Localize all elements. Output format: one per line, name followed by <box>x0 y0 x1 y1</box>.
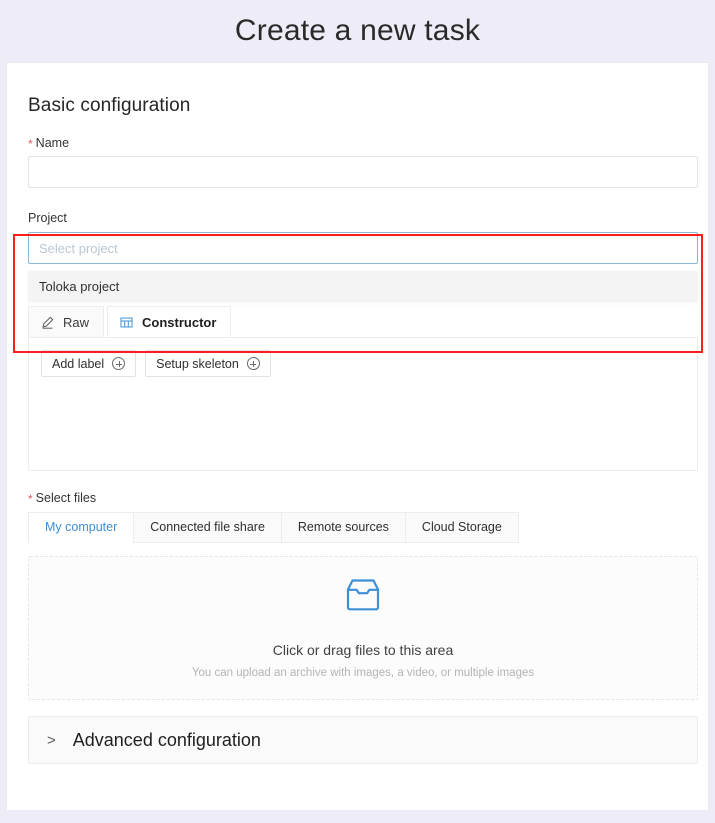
name-label: *Name <box>28 136 687 150</box>
tab-raw[interactable]: Raw <box>28 306 104 337</box>
tab-my-computer[interactable]: My computer <box>28 512 133 543</box>
project-dropdown-option-toloka[interactable]: Toloka project <box>28 271 698 302</box>
page-header: Create a new task <box>0 0 715 62</box>
tab-constructor[interactable]: Constructor <box>107 306 231 337</box>
select-files-label: *Select files <box>28 491 687 505</box>
tab-remote-sources[interactable]: Remote sources <box>281 512 405 543</box>
name-input[interactable] <box>28 156 698 188</box>
inbox-icon <box>343 578 383 617</box>
dropzone-title: Click or drag files to this area <box>273 642 454 658</box>
dropzone-hint: You can upload an archive with images, a… <box>192 667 534 679</box>
add-label-button-label: Add label <box>52 357 104 371</box>
project-dropdown-list: Toloka project <box>28 271 698 302</box>
tab-cloud-storage[interactable]: Cloud Storage <box>405 512 519 543</box>
setup-skeleton-button[interactable]: Setup skeleton <box>145 350 271 377</box>
file-dropzone[interactable]: Click or drag files to this area You can… <box>28 556 698 700</box>
tab-connected-file-share[interactable]: Connected file share <box>133 512 281 543</box>
project-select-input[interactable] <box>28 232 698 264</box>
required-asterisk: * <box>28 492 33 506</box>
setup-skeleton-button-label: Setup skeleton <box>156 357 239 371</box>
select-files-label-text: Select files <box>36 491 96 505</box>
advanced-configuration-accordion[interactable]: > Advanced configuration <box>28 716 698 764</box>
form-card: Basic configuration *Name Project Toloka… <box>6 62 709 810</box>
project-field-group: Project Toloka project <box>28 211 687 302</box>
table-icon <box>120 316 133 329</box>
editor-panel: Add label Setup skeleton <box>28 338 698 471</box>
tab-raw-label: Raw <box>63 315 89 330</box>
create-task-page: Create a new task Basic configuration *N… <box>0 0 715 823</box>
chevron-right-icon: > <box>47 733 56 748</box>
pencil-icon <box>41 316 54 329</box>
plus-circle-icon <box>112 357 125 370</box>
plus-circle-icon <box>247 357 260 370</box>
add-label-button[interactable]: Add label <box>41 350 136 377</box>
file-source-tab-bar: My computer Connected file share Remote … <box>28 512 698 543</box>
page-title: Create a new task <box>235 14 480 48</box>
name-label-text: Name <box>36 136 69 150</box>
editor-tab-bar: Raw Constructor <box>28 307 698 338</box>
basic-configuration-heading: Basic configuration <box>28 95 687 117</box>
tab-constructor-label: Constructor <box>142 315 216 330</box>
advanced-configuration-title: Advanced configuration <box>73 730 261 751</box>
project-label: Project <box>28 211 687 225</box>
required-asterisk: * <box>28 137 33 151</box>
